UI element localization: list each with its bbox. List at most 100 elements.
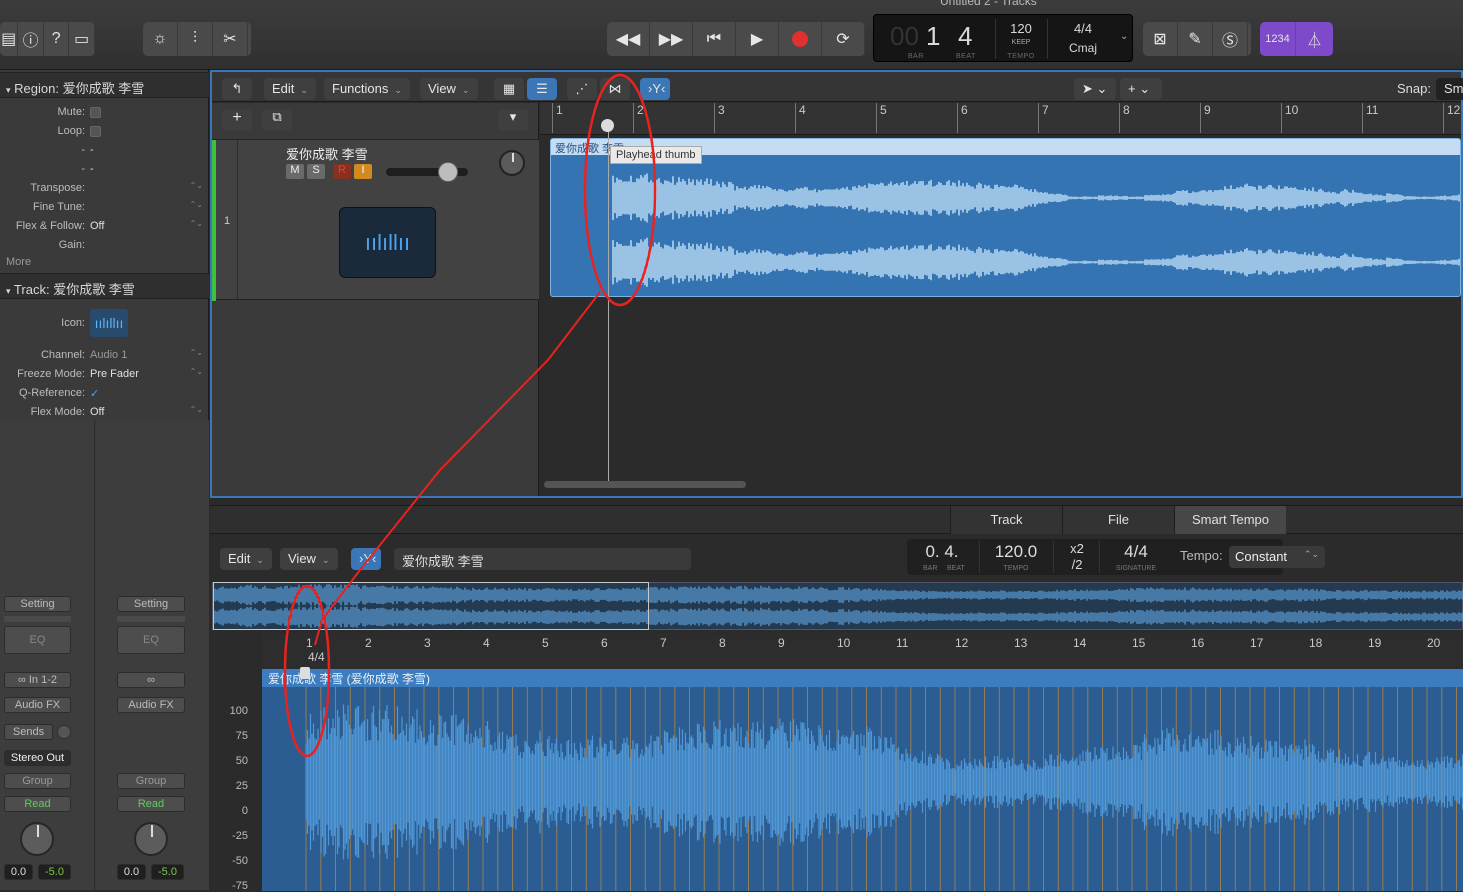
region-row-checkbox[interactable] xyxy=(90,126,101,137)
disclosure-triangle-icon[interactable]: ▾ xyxy=(6,286,11,296)
editor-view-menu[interactable]: View ⌄ xyxy=(280,548,338,570)
region-row-1[interactable]: Loop: xyxy=(0,122,209,141)
playhead-thumb[interactable] xyxy=(601,119,614,132)
cycle-icon[interactable]: ⟳ xyxy=(822,22,865,56)
setting-button-2[interactable]: Setting xyxy=(117,596,185,612)
tuner-icon[interactable]: ⊠ xyxy=(1143,22,1178,56)
editors-scissors-icon[interactable]: ✂ xyxy=(213,22,248,56)
lcd-chevron-icon[interactable]: ⌄ xyxy=(1120,31,1128,42)
region-row-checkbox[interactable] xyxy=(90,107,101,118)
track-row-0[interactable]: Channel: Audio 1 ⌃⌄ xyxy=(0,346,209,365)
track-row-1[interactable]: Freeze Mode: Pre Fader ⌃⌄ xyxy=(0,365,209,384)
editor-halve-button[interactable]: /2 xyxy=(1057,557,1097,573)
region-row-4[interactable]: Transpose: ⌃⌄ xyxy=(0,179,209,198)
bar-ruler[interactable]: 1 2 3 4 5 6 7 8 9 10 11 12 xyxy=(540,103,1461,135)
track-row-2[interactable]: Q-Reference: ✓ xyxy=(0,384,209,403)
volume-readout-2[interactable]: 0.0 xyxy=(117,864,146,880)
lcd-display[interactable]: 00 1 4 BAR BEAT 120 KEEP TEMPO 4/4 Cmaj … xyxy=(873,14,1133,62)
automation-button-2[interactable]: Read xyxy=(117,796,185,812)
volume-slider-thumb[interactable] xyxy=(437,162,458,182)
editor-edit-menu[interactable]: Edit ⌄ xyxy=(220,548,272,570)
toolbar-icon[interactable]: ▭ xyxy=(69,22,95,56)
track-waveform-icon[interactable]: ıılıllıı xyxy=(339,207,436,278)
back-arrow-icon[interactable]: ↰ xyxy=(222,78,252,100)
editor-tempo-mode-select[interactable]: Constant ⌃⌄ xyxy=(1229,546,1325,568)
editor-bar-ruler[interactable]: 1 2 3 4 5 6 7 8 9 10 11 12 13 14 15 16 17 18 19 20 xyxy=(262,633,1463,669)
volume-readout-1[interactable]: 0.0 xyxy=(4,864,33,880)
tab-track[interactable]: Track xyxy=(950,506,1062,534)
functions-menu[interactable]: Functions ⌄ xyxy=(324,78,410,100)
track-icon-waveform-icon[interactable]: ıılıllıı xyxy=(90,309,128,337)
editor-region-name-field[interactable]: 爱你成歌 李雪 xyxy=(394,548,691,570)
count-in-button[interactable]: 1234 xyxy=(1260,22,1296,56)
region-row-3[interactable]: -- xyxy=(0,160,209,179)
audio-fx-button-2[interactable]: Audio FX xyxy=(117,697,185,713)
solo-mode-icon[interactable]: Ⓢ xyxy=(1213,22,1248,56)
region-row-5[interactable]: Fine Tune: ⌃⌄ xyxy=(0,198,209,217)
region-row-6[interactable]: Flex & Follow: Off ⌃⌄ xyxy=(0,217,209,236)
output-button-1[interactable]: Stereo Out xyxy=(4,750,71,766)
tab-smart-tempo[interactable]: Smart Tempo xyxy=(1174,506,1286,534)
pan-knob[interactable] xyxy=(499,150,525,176)
crosshair-tool-icon[interactable]: + ⌄ xyxy=(1120,78,1162,100)
pointer-tool-icon[interactable]: ➤ ⌄ xyxy=(1074,78,1116,100)
volume-slider[interactable] xyxy=(386,162,468,182)
pan-readout-1[interactable]: -5.0 xyxy=(38,864,71,880)
tab-file[interactable]: File xyxy=(1062,506,1174,534)
eq-button-2[interactable]: EQ xyxy=(117,626,185,654)
rewind-icon[interactable]: ◀◀ xyxy=(607,22,650,56)
input-monitor-button[interactable]: I xyxy=(354,164,372,179)
track-header-row[interactable]: 1 爱你成歌 李雪 M S R I ıılıllıı xyxy=(212,139,539,301)
inspector-icon[interactable]: ⓘ xyxy=(18,22,44,56)
more-label[interactable]: More xyxy=(6,256,31,268)
view-menu[interactable]: View ⌄ xyxy=(420,78,478,100)
editor-double-button[interactable]: x2 xyxy=(1057,541,1097,557)
fast-forward-icon[interactable]: ▶▶ xyxy=(650,22,693,56)
pan-readout-2[interactable]: -5.0 xyxy=(151,864,184,880)
global-tracks-icon[interactable]: ▾ xyxy=(498,109,528,131)
mute-button[interactable]: M xyxy=(286,164,304,179)
metronome-icon[interactable]: ⏃ xyxy=(1296,22,1333,56)
overview-strip[interactable] xyxy=(212,582,1463,630)
flex-icon[interactable]: ⋈ xyxy=(600,78,630,100)
audio-fx-button-1[interactable]: Audio FX xyxy=(4,697,71,713)
horizontal-scrollbar[interactable] xyxy=(544,481,746,488)
pan-knob-1[interactable] xyxy=(20,822,54,856)
edit-menu[interactable]: Edit ⌄ xyxy=(264,78,316,100)
pencil-icon[interactable]: ✎ xyxy=(1178,22,1213,56)
region-row-7[interactable]: Gain: xyxy=(0,236,209,255)
mixer-icon[interactable]: ⫶ xyxy=(178,22,213,56)
input-button-1[interactable]: ∞ In 1-2 xyxy=(4,672,71,688)
record-enable-button[interactable]: R xyxy=(333,164,351,179)
track-name[interactable]: 爱你成歌 李雪 xyxy=(286,144,368,163)
editor-lcd[interactable]: 0. 4. BAR BEAT 120.0 TEMPO x2 /2 4/4 SIG… xyxy=(907,539,1325,575)
link-button-2[interactable]: ∞ xyxy=(117,672,185,688)
track-inspector-header[interactable]: ▾ Track: 爱你成歌 李雪 xyxy=(0,273,209,299)
list-view-icon[interactable]: ☰ xyxy=(527,78,557,100)
pan-knob-2[interactable] xyxy=(134,822,168,856)
sends-button-1[interactable]: Sends xyxy=(4,724,53,740)
duplicate-track-icon[interactable]: ⧉ xyxy=(262,109,292,131)
region-inspector-header[interactable]: ▾ Region: 爱你成歌 李雪 xyxy=(0,72,209,98)
region-row-0[interactable]: Mute: xyxy=(0,103,209,122)
editor-playhead-thumb[interactable] xyxy=(300,667,310,679)
grid-view-icon[interactable]: ▦ xyxy=(494,78,524,100)
record-icon[interactable] xyxy=(779,22,822,56)
library-icon[interactable]: ▤ xyxy=(0,22,19,56)
eq-button-1[interactable]: EQ xyxy=(4,626,71,654)
solo-button[interactable]: S xyxy=(307,164,325,179)
automation-button-1[interactable]: Read xyxy=(4,796,71,812)
sends-knob-icon[interactable] xyxy=(57,725,71,739)
overview-visible-range[interactable] xyxy=(213,582,649,630)
catch-playhead-icon[interactable]: ›Y‹ xyxy=(640,78,670,100)
snap-select[interactable]: Sm xyxy=(1436,78,1463,100)
editor-catch-playhead-icon[interactable]: ›Y‹ xyxy=(351,548,381,570)
editor-region[interactable]: 爱你成歌 李雪 (爱你成歌 李雪) xyxy=(262,669,1463,891)
setting-button-1[interactable]: Setting xyxy=(4,596,71,612)
go-to-start-icon[interactable]: ⏮ xyxy=(693,22,736,56)
region-row-2[interactable]: -- xyxy=(0,141,209,160)
arrange-area[interactable]: 爱你成歌 李雪 Playhead thumb xyxy=(540,126,1461,488)
group-button-1[interactable]: Group xyxy=(4,773,71,789)
help-icon[interactable]: ? xyxy=(44,22,70,56)
smart-controls-icon[interactable]: ☼ xyxy=(143,22,178,56)
